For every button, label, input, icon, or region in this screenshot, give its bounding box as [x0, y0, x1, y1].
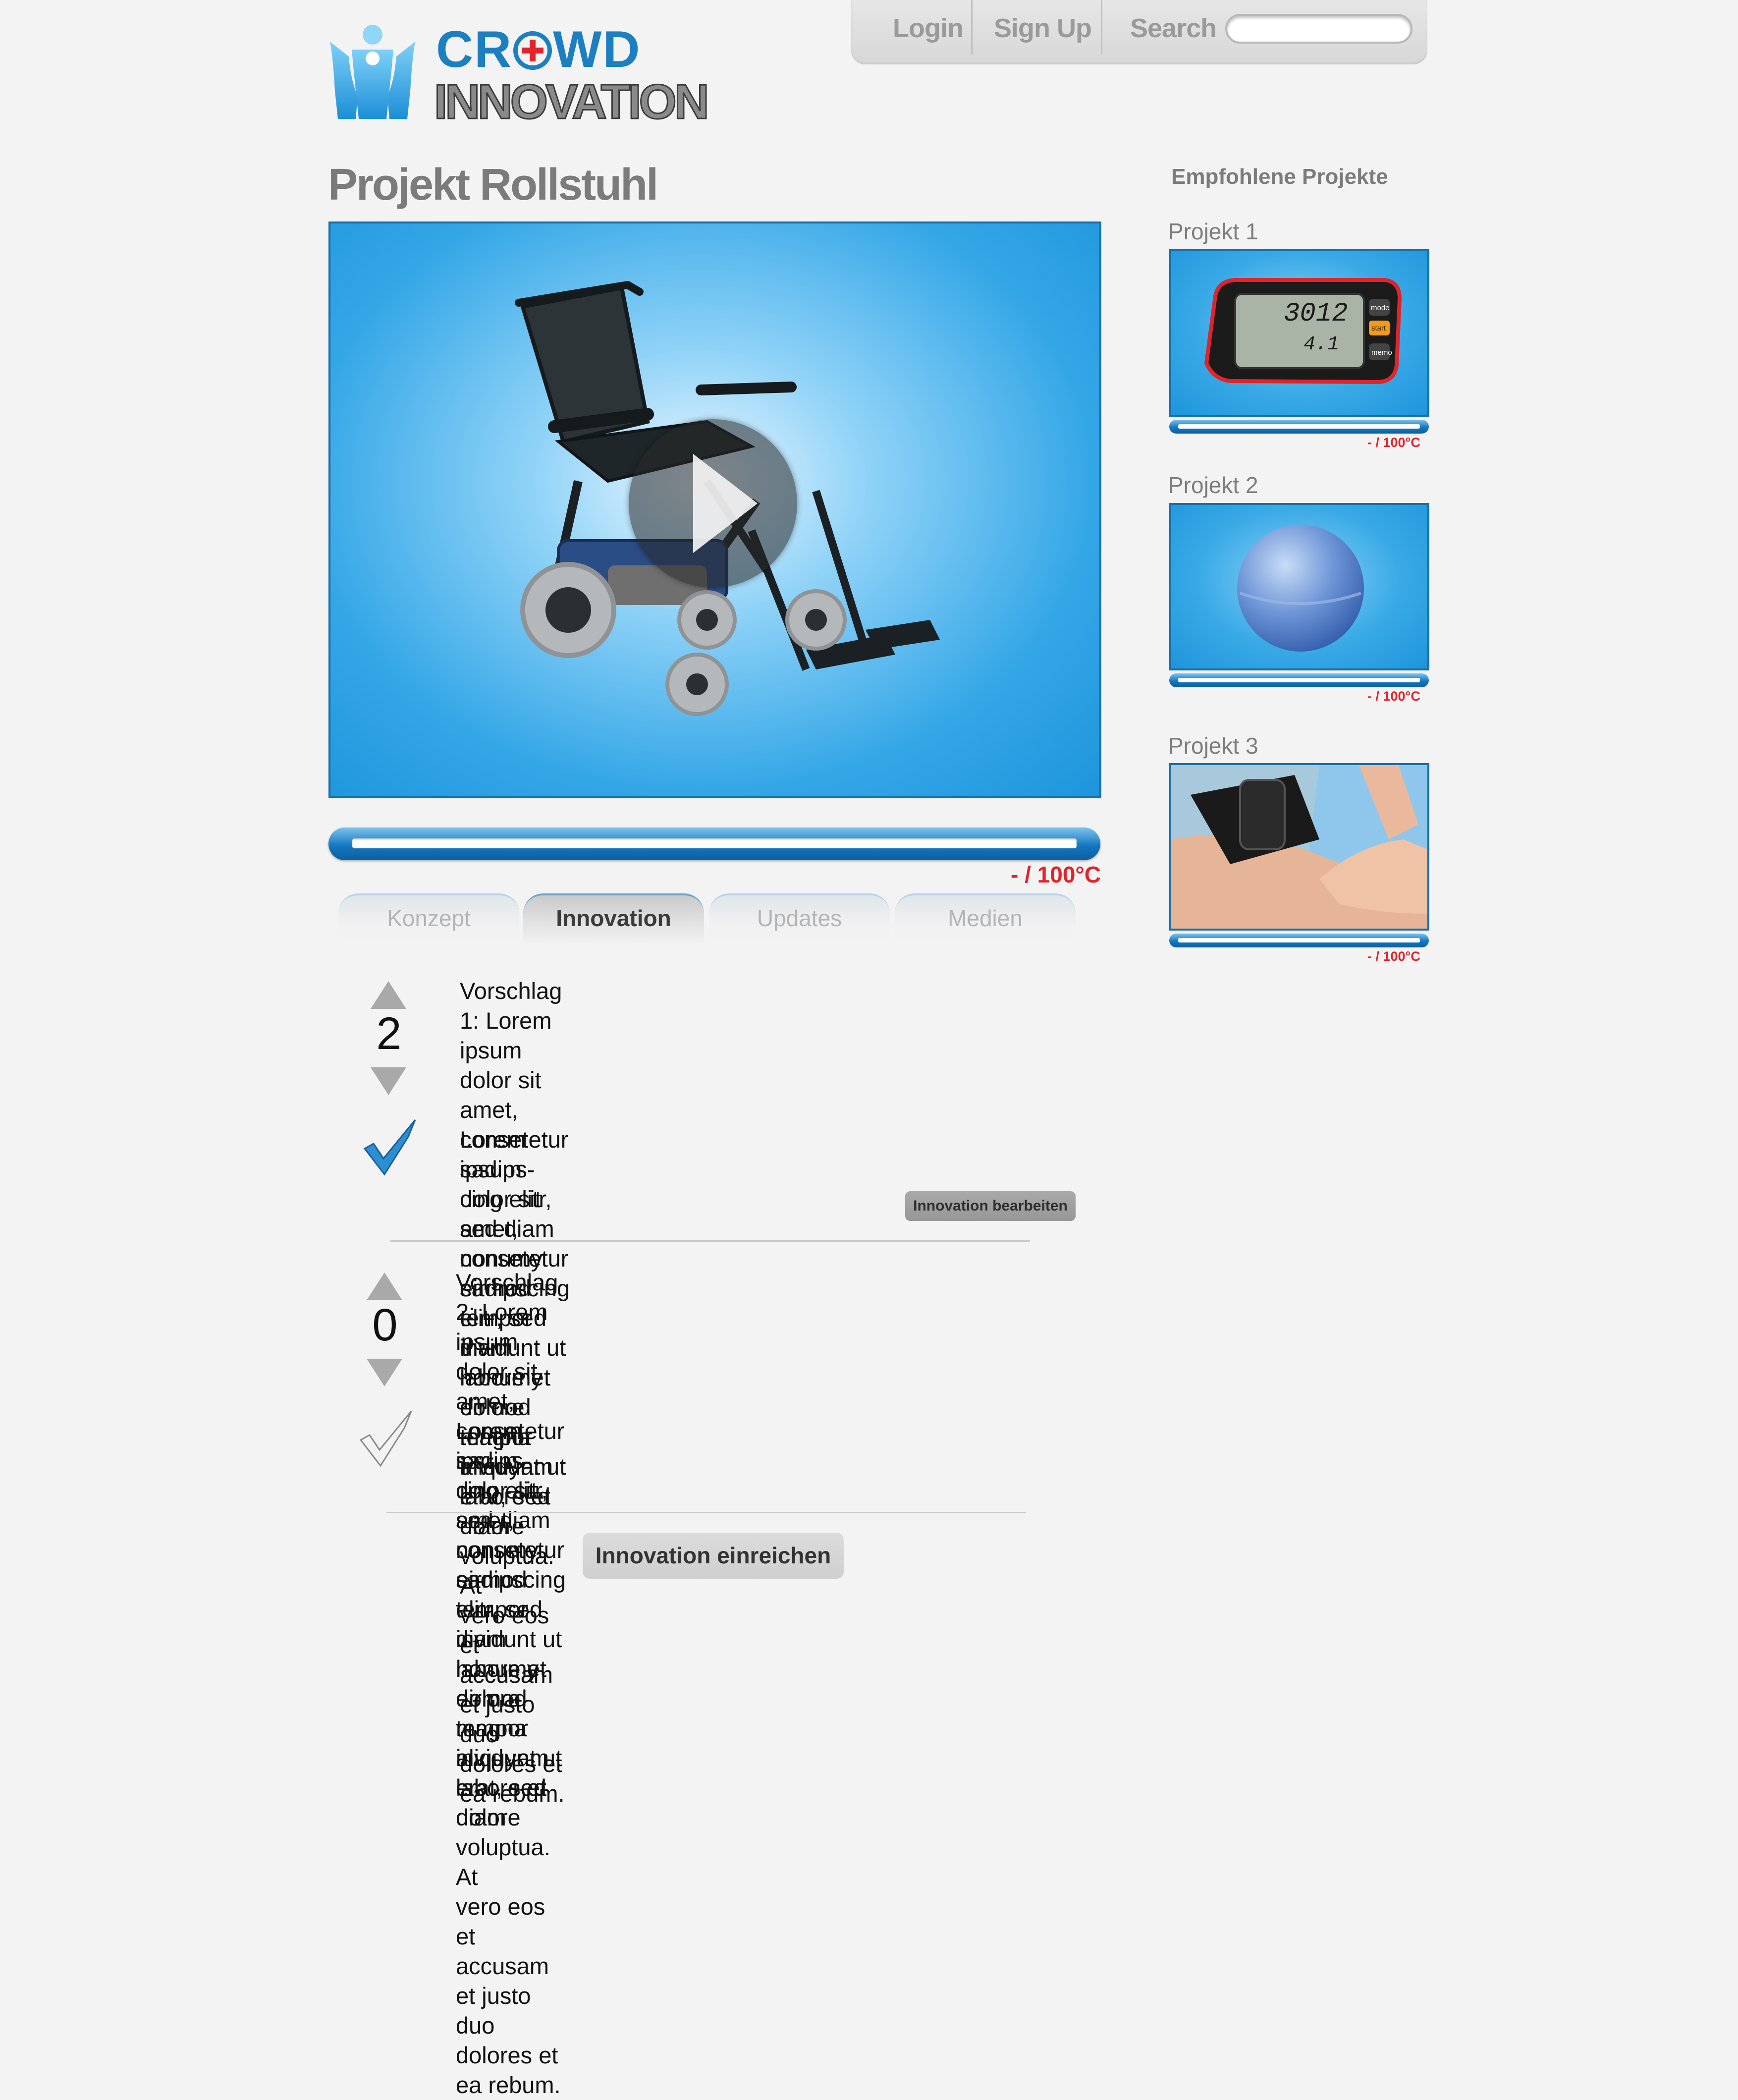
tab-medien[interactable]: Medien — [895, 893, 1076, 945]
logo-text-crowd: CR WD — [436, 21, 641, 78]
sidebar-project-1-image[interactable]: 3012 4.1 mode start memo — [1169, 249, 1429, 417]
sidebar-project-degree: - / 100°C — [1367, 949, 1420, 964]
vote-count: 2 — [376, 1008, 402, 1059]
search-label: Search — [1130, 13, 1217, 43]
tab-label: Konzept — [387, 905, 471, 931]
logo-cross-icon — [513, 31, 552, 70]
sidebar-project-2-image[interactable] — [1169, 503, 1429, 670]
tab-konzept[interactable]: Konzept — [338, 893, 519, 945]
tab-label: Medien — [948, 905, 1023, 931]
divider — [386, 1512, 1026, 1513]
progress-fill — [352, 838, 1077, 848]
play-button[interactable] — [629, 419, 797, 588]
progress-fill — [1178, 424, 1420, 429]
search-input[interactable] — [1225, 14, 1412, 44]
play-icon — [693, 454, 758, 553]
pedometer-steps: 3012 — [1284, 299, 1348, 329]
sidebar-heading: Empfohlene Projekte — [1171, 165, 1388, 189]
knee-brace-image — [1171, 765, 1427, 929]
downvote-button[interactable] — [367, 1359, 402, 1386]
progress-fill — [1178, 938, 1420, 942]
nav-divider — [1101, 0, 1102, 55]
tab-label: Innovation — [556, 905, 671, 931]
checkmark-outline-icon[interactable] — [357, 1408, 416, 1468]
edit-innovation-button[interactable]: Innovation bearbeiten — [905, 1191, 1076, 1221]
login-link[interactable]: Login — [893, 13, 964, 44]
upvote-button[interactable] — [367, 1272, 402, 1300]
sidebar-project-degree: - / 100°C — [1367, 435, 1420, 450]
pedometer-km: 4.1 — [1304, 333, 1340, 356]
divider — [390, 1240, 1030, 1242]
progress-degree-label: - / 100°C — [1011, 862, 1101, 887]
top-navbar: Login Sign Up Search — [851, 0, 1427, 64]
proposal-note: Lorem ipsum dolor sit amet, consetetur s… — [456, 1418, 566, 1830]
pedometer-mode-label: mode — [1371, 304, 1390, 312]
sidebar-project-progress — [1169, 934, 1429, 947]
pedometer-memo-label: memo — [1371, 348, 1392, 357]
pedometer-image — [1204, 278, 1402, 385]
signup-link[interactable]: Sign Up — [994, 13, 1092, 44]
vote-count: 0 — [372, 1300, 398, 1350]
sidebar-project-label[interactable]: Projekt 1 — [1168, 218, 1258, 245]
sidebar-project-degree: - / 100°C — [1367, 689, 1420, 704]
sidebar-project-3-image[interactable] — [1169, 763, 1429, 931]
logo-text-innovation: INNOVATION — [434, 74, 710, 129]
sidebar-project-progress — [1169, 420, 1429, 434]
project-video[interactable] — [328, 221, 1101, 798]
downvote-button[interactable] — [371, 1067, 406, 1095]
tab-label: Updates — [757, 905, 842, 931]
nav-divider — [971, 0, 973, 55]
pedometer-start-label: start — [1371, 324, 1386, 332]
checkmark-filled-icon[interactable] — [361, 1117, 420, 1176]
site-logo[interactable]: CR WD INNOVATION — [328, 21, 714, 129]
exercise-ball-image — [1237, 525, 1364, 652]
tab-innovation[interactable]: Innovation — [523, 893, 704, 945]
upvote-button[interactable] — [371, 981, 406, 1009]
submit-innovation-button[interactable]: Innovation einreichen — [583, 1533, 844, 1579]
funding-progress-bar — [328, 828, 1100, 860]
page-title: Projekt Rollstuhl — [328, 160, 658, 210]
sidebar-project-label[interactable]: Projekt 3 — [1168, 732, 1258, 759]
progress-fill — [1178, 678, 1420, 682]
sidebar-project-label[interactable]: Projekt 2 — [1168, 472, 1258, 498]
tab-updates[interactable]: Updates — [709, 893, 890, 945]
sidebar-project-progress — [1169, 673, 1429, 687]
